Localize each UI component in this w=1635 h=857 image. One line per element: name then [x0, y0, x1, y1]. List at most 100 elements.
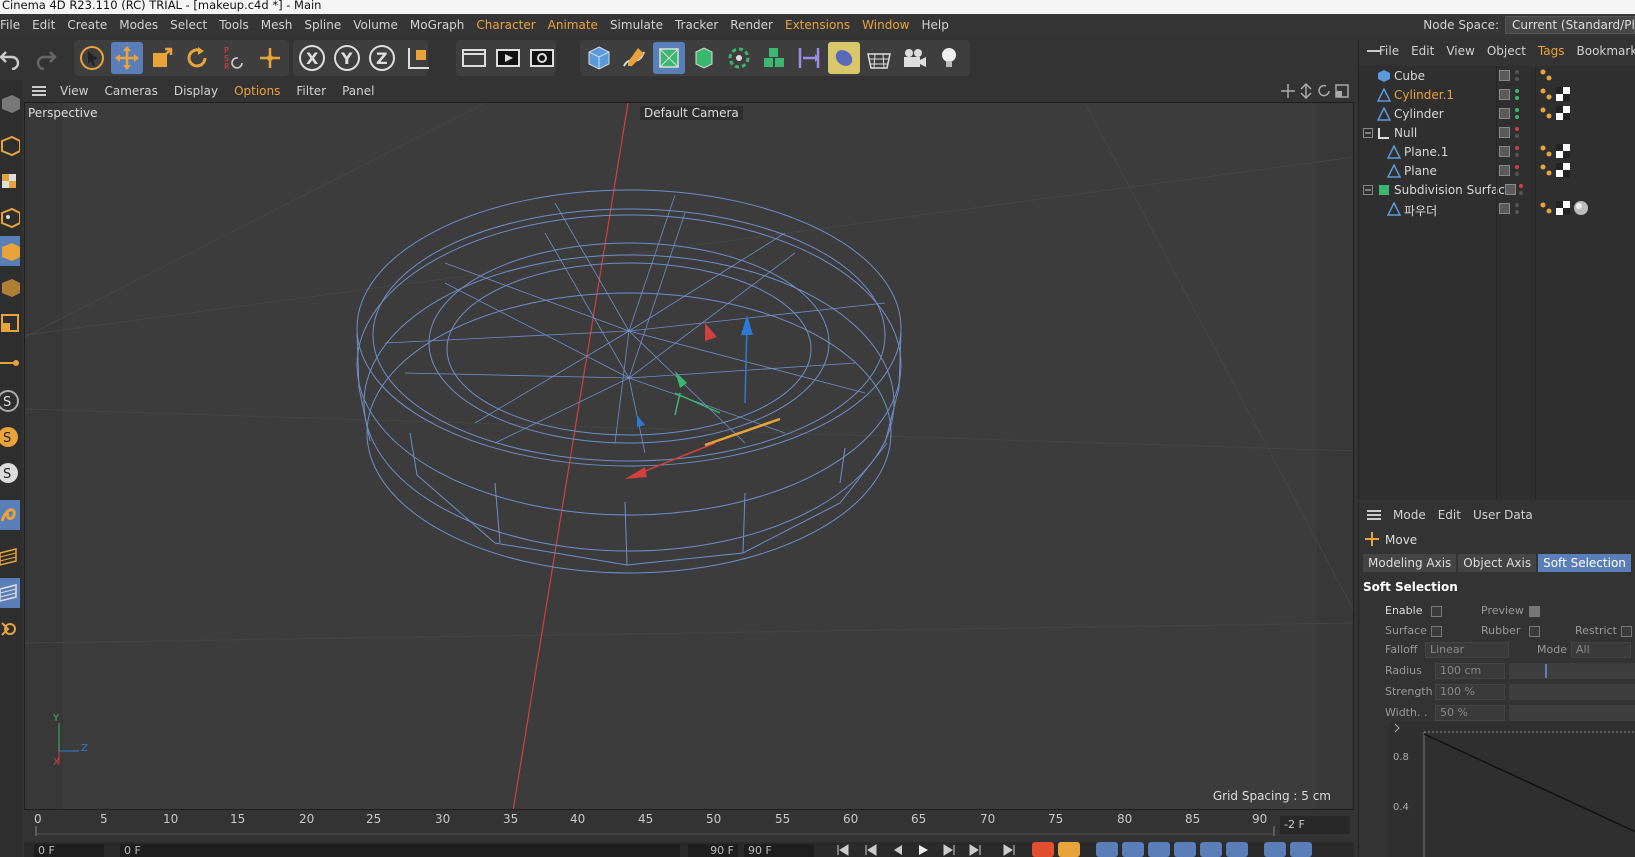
visibility-dots-icon[interactable]: [1519, 182, 1523, 198]
light-icon[interactable]: [933, 42, 965, 74]
rotation-key-icon[interactable]: [1174, 842, 1196, 857]
surface-checkbox[interactable]: [1431, 626, 1442, 637]
tab-modeling-axis[interactable]: Modeling Axis: [1363, 554, 1457, 572]
visibility-dots-icon[interactable]: [1515, 87, 1519, 103]
move-tool-icon[interactable]: [111, 42, 143, 74]
visibility-dots-icon[interactable]: [1515, 201, 1519, 217]
workplane-icon[interactable]: [0, 542, 20, 572]
enable-checkbox[interactable]: [1431, 606, 1442, 617]
viewport-menu-icon[interactable]: [32, 86, 46, 96]
phong-tag-icon[interactable]: [1539, 144, 1553, 160]
z-axis-lock-icon[interactable]: Z: [366, 42, 398, 74]
menu-create[interactable]: Create: [61, 14, 113, 36]
select-tool-icon[interactable]: [76, 42, 108, 74]
radius-slider[interactable]: [1509, 663, 1635, 679]
menu-render[interactable]: Render: [724, 14, 779, 36]
texture-tag-icon[interactable]: [1556, 163, 1570, 177]
menu-select[interactable]: Select: [164, 14, 213, 36]
phong-tag-icon[interactable]: [1539, 87, 1553, 103]
texture-tag-icon[interactable]: [1556, 144, 1570, 158]
object-editor-visibility[interactable]: [1499, 108, 1510, 119]
viewport-pan-icon[interactable]: [1280, 83, 1296, 102]
om-menu-edit[interactable]: Edit: [1405, 44, 1440, 58]
strength-field[interactable]: 100 %: [1435, 684, 1505, 700]
points-mode-icon[interactable]: [0, 236, 20, 266]
y-axis-lock-icon[interactable]: Y: [331, 42, 363, 74]
menu-mesh[interactable]: Mesh: [255, 14, 299, 36]
am-menu-edit[interactable]: Edit: [1432, 508, 1467, 522]
restrict-checkbox[interactable]: [1621, 626, 1632, 637]
om-menu-view[interactable]: View: [1440, 44, 1480, 58]
render-view-icon[interactable]: [458, 42, 490, 74]
phong-tag-icon[interactable]: [1539, 201, 1553, 217]
object-row[interactable]: Null: [1359, 123, 1635, 143]
scale-tool-icon[interactable]: [146, 42, 178, 74]
width-slider[interactable]: [1509, 705, 1635, 721]
play-backwards-icon[interactable]: [890, 843, 904, 857]
uv-mode-icon[interactable]: [0, 348, 20, 378]
object-row[interactable]: Cylinder.1: [1359, 85, 1635, 105]
sound-icon[interactable]: [1264, 842, 1286, 857]
visibility-dots-icon[interactable]: [1515, 106, 1519, 122]
viewport-menu-display[interactable]: Display: [166, 80, 226, 102]
min-frame-field[interactable]: 0 F: [34, 844, 104, 857]
camera-icon[interactable]: [898, 42, 930, 74]
extrude-generator-icon[interactable]: [688, 42, 720, 74]
rotate-tool-icon[interactable]: [181, 42, 213, 74]
object-row[interactable]: 파우더: [1359, 199, 1635, 219]
tab-object-axis[interactable]: Object Axis: [1458, 554, 1537, 572]
viewport-rotate-icon[interactable]: [1316, 83, 1332, 102]
previous-key-icon[interactable]: [864, 843, 878, 857]
field-object-icon[interactable]: [828, 42, 860, 74]
redo-icon[interactable]: [30, 42, 62, 74]
menu-tools[interactable]: Tools: [213, 14, 255, 36]
transform-tool-icon[interactable]: [254, 42, 286, 74]
menu-volume[interactable]: Volume: [347, 14, 404, 36]
visibility-dots-icon[interactable]: [1515, 125, 1519, 141]
material-tag-icon[interactable]: [1573, 200, 1589, 216]
menu-tracker[interactable]: Tracker: [669, 14, 724, 36]
deformer-icon[interactable]: [793, 42, 825, 74]
falloff-curve-graph[interactable]: 0.8 0.4: [1389, 722, 1635, 857]
mode-select[interactable]: All: [1571, 642, 1631, 658]
point-level-key-icon[interactable]: [1226, 842, 1248, 857]
max-frame-field[interactable]: 90 F: [744, 844, 814, 857]
object-row[interactable]: Subdivision Surface: [1359, 180, 1635, 200]
menu-extensions[interactable]: Extensions: [779, 14, 856, 36]
object-row[interactable]: Cylinder: [1359, 104, 1635, 124]
preview-max-field[interactable]: 90 F: [688, 844, 738, 857]
parameter-key-icon[interactable]: [1200, 842, 1222, 857]
object-row[interactable]: Plane: [1359, 161, 1635, 181]
menu-window[interactable]: Window: [856, 14, 915, 36]
menu-file[interactable]: File: [0, 14, 26, 36]
go-to-end-alt-icon[interactable]: [1002, 843, 1016, 857]
menu-animate[interactable]: Animate: [542, 14, 604, 36]
strength-slider[interactable]: [1509, 684, 1635, 700]
go-to-end-icon[interactable]: [968, 843, 982, 857]
menu-mograph[interactable]: MoGraph: [404, 14, 471, 36]
undo-icon[interactable]: [0, 42, 26, 74]
menu-simulate[interactable]: Simulate: [604, 14, 669, 36]
scale-key-icon[interactable]: [1148, 842, 1170, 857]
rubber-checkbox[interactable]: [1529, 626, 1540, 637]
viewport-menu-options[interactable]: Options: [226, 80, 288, 102]
render-to-picture-viewer-icon[interactable]: [492, 42, 524, 74]
object-editor-visibility[interactable]: [1499, 146, 1510, 157]
edges-mode-icon[interactable]: [0, 272, 20, 302]
make-editable-icon[interactable]: [0, 88, 20, 118]
viewport-menu-cameras[interactable]: Cameras: [96, 80, 165, 102]
position-key-icon[interactable]: [1122, 842, 1144, 857]
viewport-menu-view[interactable]: View: [52, 80, 96, 102]
object-editor-visibility[interactable]: [1499, 89, 1510, 100]
snap-enable-icon[interactable]: S: [0, 422, 20, 452]
viewport-dolly-icon[interactable]: [1298, 82, 1314, 102]
object-editor-visibility[interactable]: [1499, 127, 1510, 138]
camera-label[interactable]: Default Camera: [640, 106, 743, 120]
attribute-manager-menu-icon[interactable]: [1367, 510, 1381, 520]
axis-mode-icon[interactable]: [0, 202, 20, 232]
cloner-icon[interactable]: [723, 42, 755, 74]
perspective-viewport[interactable]: Perspective Default Camera Y Z X Grid Sp…: [24, 102, 1354, 810]
om-menu-bookmarks[interactable]: Bookmarks: [1571, 44, 1635, 58]
menu-edit[interactable]: Edit: [26, 14, 61, 36]
subdivision-surface-icon[interactable]: [653, 42, 685, 74]
